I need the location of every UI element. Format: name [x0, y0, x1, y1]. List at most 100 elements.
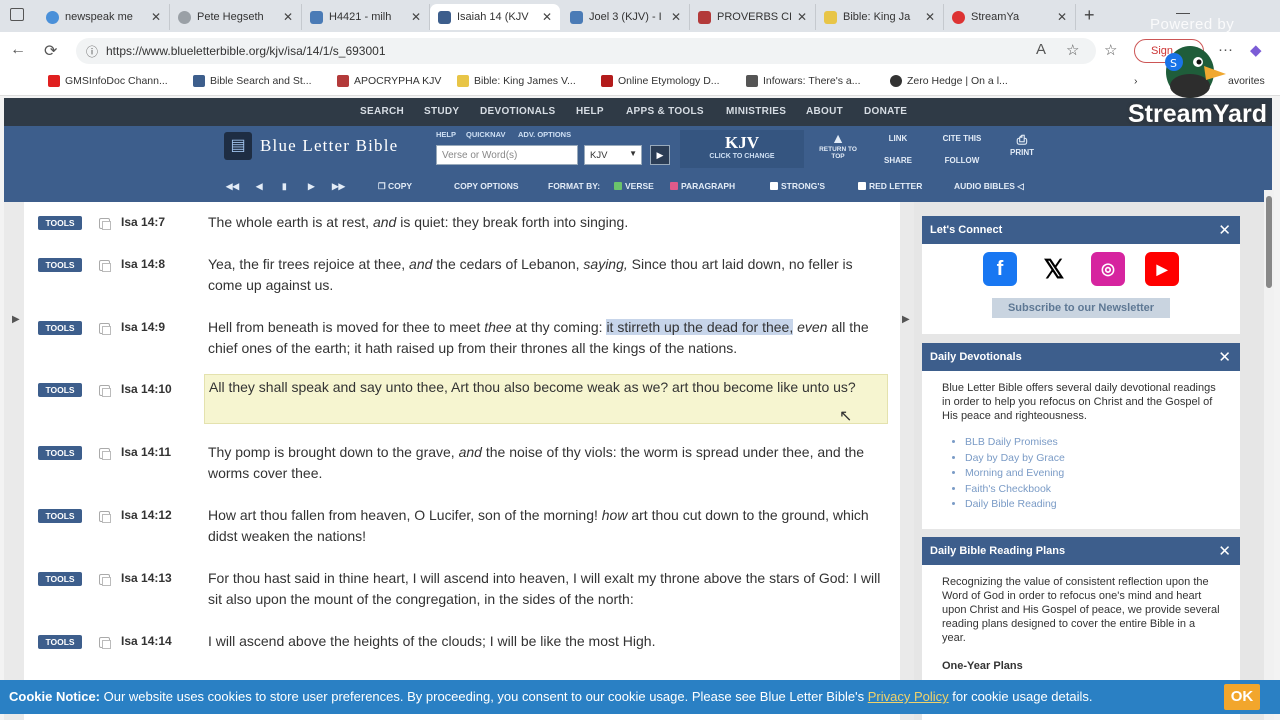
mini-link-adv-options[interactable]: ADV. OPTIONS [518, 130, 571, 139]
close-icon[interactable]: ✕ [1218, 542, 1231, 560]
cookie-ok-button[interactable]: OK [1224, 684, 1260, 710]
copy-verse-icon[interactable] [99, 385, 111, 397]
verse-search-input[interactable]: Verse or Word(s) [436, 145, 578, 165]
first-icon[interactable]: ◀◀ [226, 181, 239, 192]
tools-button[interactable]: TOOLS [38, 383, 82, 397]
nav-help[interactable]: HELP [576, 106, 604, 117]
close-tab-icon[interactable]: ✕ [671, 10, 681, 24]
devotional-link[interactable]: Morning and Evening [965, 466, 1220, 482]
verse-ref[interactable]: Isa 14:14 [121, 634, 172, 648]
verse-ref[interactable]: Isa 14:9 [121, 320, 165, 334]
site-info-icon[interactable]: ⓘ [86, 43, 98, 60]
audio-bibles-button[interactable]: AUDIO BIBLES ◁ [954, 181, 1024, 192]
nav-devotionals[interactable]: DEVOTIONALS [480, 106, 556, 117]
copy-options-button[interactable]: COPY OPTIONS [454, 181, 519, 191]
follow-button[interactable]: FOLLOW [936, 156, 988, 165]
copy-verse-icon[interactable] [99, 260, 111, 272]
return-to-top-button[interactable]: ▲ RETURN TO TOP [816, 130, 860, 160]
bookmark-item[interactable]: Bible Search and St... [193, 75, 312, 87]
youtube-icon[interactable]: ▶ [1145, 252, 1179, 286]
favorite-star-icon[interactable]: ☆ [1066, 41, 1079, 59]
browser-tab-active[interactable]: Isaiah 14 (KJV ✕ [430, 4, 560, 30]
verse-ref[interactable]: Isa 14:13 [121, 571, 172, 585]
version-change-button[interactable]: KJV CLICK TO CHANGE [680, 130, 804, 168]
red-letter-toggle[interactable]: RED LETTER [858, 181, 922, 191]
site-logo[interactable]: ▤ Blue Letter Bible [224, 132, 398, 160]
next-icon[interactable]: ▶ [308, 181, 315, 192]
close-tab-icon[interactable]: ✕ [1057, 10, 1067, 24]
bookmarks-overflow-icon[interactable]: › [1134, 75, 1138, 87]
verse-ref[interactable]: Isa 14:11 [121, 445, 171, 459]
link-button[interactable]: LINK [876, 134, 920, 143]
tools-button[interactable]: TOOLS [38, 446, 82, 460]
browser-tab[interactable]: Joel 3 (KJV) - I ✕ [562, 4, 690, 30]
version-select[interactable]: KJV ▼ [584, 145, 642, 165]
nav-ministries[interactable]: MINISTRIES [726, 106, 786, 117]
facebook-icon[interactable]: f [983, 252, 1017, 286]
mini-link-quicknav[interactable]: QUICKNAV [466, 130, 505, 139]
close-tab-icon[interactable]: ✕ [925, 10, 935, 24]
copy-verse-icon[interactable] [99, 574, 111, 586]
nav-search[interactable]: SEARCH [360, 106, 404, 117]
newsletter-button[interactable]: Subscribe to our Newsletter [992, 298, 1170, 318]
verse-ref[interactable]: Isa 14:8 [121, 257, 165, 271]
bookmark-item[interactable]: Online Etymology D... [601, 75, 720, 87]
tools-button[interactable]: TOOLS [38, 509, 82, 523]
tools-button[interactable]: TOOLS [38, 572, 82, 586]
verse-ref[interactable]: Isa 14:12 [121, 508, 172, 522]
copy-verse-icon[interactable] [99, 511, 111, 523]
address-bar[interactable]: ⓘ https://www.blueletterbible.org/kjv/is… [76, 38, 1096, 64]
favorites-icon[interactable]: ☆ [1104, 41, 1117, 59]
share-button[interactable]: SHARE [876, 156, 920, 165]
browser-tab[interactable]: Pete Hegseth ✕ [170, 4, 302, 30]
close-tab-icon[interactable]: ✕ [797, 10, 807, 24]
bookmark-item[interactable]: Bible: King James V... [457, 75, 576, 87]
nav-donate[interactable]: DONATE [864, 106, 907, 117]
new-tab-icon[interactable]: + [1084, 5, 1095, 26]
tools-button[interactable]: TOOLS [38, 635, 82, 649]
browser-tab[interactable]: StreamYa ✕ [944, 4, 1076, 30]
browser-tab[interactable]: PROVERBS CH ✕ [690, 4, 816, 30]
copy-verse-icon[interactable] [99, 218, 111, 230]
close-tab-icon[interactable]: ✕ [151, 10, 161, 24]
devotional-link[interactable]: Faith's Checkbook [965, 482, 1220, 498]
cite-button[interactable]: CITE THIS [936, 134, 988, 143]
copy-verse-icon[interactable] [99, 637, 111, 649]
close-tab-icon[interactable]: ✕ [542, 10, 552, 24]
tools-button[interactable]: TOOLS [38, 216, 82, 230]
refresh-icon[interactable]: ⟳ [44, 41, 57, 61]
bookmark-icon[interactable]: ▮ [282, 181, 287, 192]
search-go-button[interactable]: ▶ [650, 145, 670, 165]
read-aloud-icon[interactable]: A [1036, 41, 1046, 58]
strongs-toggle[interactable]: STRONG'S [770, 181, 825, 191]
scrollbar-thumb[interactable] [1266, 196, 1272, 288]
back-icon[interactable]: ← [10, 41, 26, 59]
x-twitter-icon[interactable]: 𝕏 [1037, 252, 1071, 286]
format-paragraph-toggle[interactable]: PARAGRAPH [670, 181, 735, 191]
mini-link-help[interactable]: HELP [436, 130, 456, 139]
nav-apps-tools[interactable]: APPS & TOOLS [626, 106, 704, 117]
copilot-icon[interactable]: ◆ [1250, 41, 1262, 59]
browser-tab[interactable]: Bible: King Ja ✕ [816, 4, 944, 30]
bookmark-item[interactable]: APOCRYPHA KJV [337, 75, 441, 87]
copy-verse-icon[interactable] [99, 448, 111, 460]
expand-right-icon[interactable]: ▶ [902, 314, 910, 325]
copy-button[interactable]: ❐ COPY [378, 181, 412, 192]
format-verse-toggle[interactable]: VERSE [614, 181, 654, 191]
other-favorites-label[interactable]: avorites [1228, 75, 1265, 87]
tools-button[interactable]: TOOLS [38, 321, 82, 335]
verse-ref[interactable]: Isa 14:7 [121, 215, 165, 229]
bookmark-item[interactable]: GMSInfoDoc Chann... [48, 75, 168, 87]
tools-button[interactable]: TOOLS [38, 258, 82, 272]
privacy-policy-link[interactable]: Privacy Policy [868, 689, 949, 704]
tab-actions-icon[interactable] [10, 8, 24, 21]
last-icon[interactable]: ▶▶ [332, 181, 345, 192]
print-button[interactable]: ⎙ PRINT [1002, 132, 1042, 157]
devotional-link[interactable]: BLB Daily Promises [965, 435, 1220, 451]
nav-study[interactable]: STUDY [424, 106, 459, 117]
close-tab-icon[interactable]: ✕ [283, 10, 293, 24]
bookmark-item[interactable]: Infowars: There's a... [746, 75, 861, 87]
page-scrollbar[interactable] [1264, 190, 1274, 720]
devotional-link[interactable]: Daily Bible Reading [965, 497, 1220, 513]
nav-about[interactable]: ABOUT [806, 106, 843, 117]
